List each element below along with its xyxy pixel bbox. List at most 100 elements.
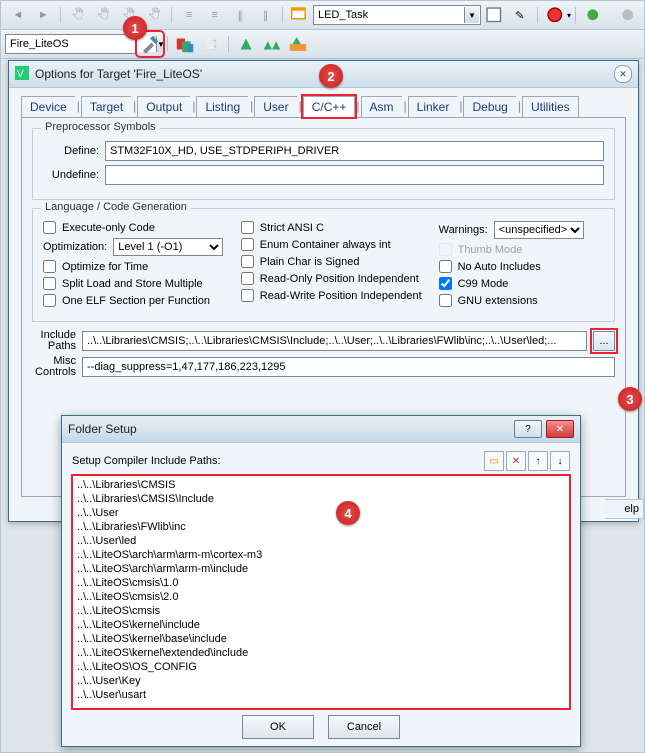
warnings-label: Warnings:: [439, 224, 488, 236]
target-combo[interactable]: ▼: [5, 34, 137, 54]
path-item[interactable]: ..\..\Libraries\CMSIS: [77, 478, 565, 492]
batch-build-icon[interactable]: [286, 33, 310, 55]
folder-body: Setup Compiler Include Paths: ▭ ✕ ↑ ↓ ..…: [62, 443, 580, 747]
include-paths-list[interactable]: ..\..\Libraries\CMSIS..\..\Libraries\CMS…: [72, 475, 570, 709]
c99-checkbox[interactable]: [439, 277, 452, 290]
enum-int-checkbox[interactable]: [241, 238, 254, 251]
path-item[interactable]: ..\..\LiteOS\OS_CONFIG: [77, 660, 565, 674]
bookmark-clear-icon[interactable]: 🖑: [143, 4, 167, 26]
tab-user[interactable]: User: [254, 96, 297, 117]
split-load-label: Split Load and Store Multiple: [62, 278, 203, 290]
split-load-checkbox[interactable]: [43, 277, 56, 290]
include-paths-browse-button[interactable]: ...: [593, 331, 615, 351]
optimization-select[interactable]: Level 1 (-O1): [113, 238, 223, 256]
forward-icon[interactable]: ►: [32, 4, 56, 26]
strict-ansi-label: Strict ANSI C: [260, 222, 324, 234]
indent-right-icon[interactable]: ≡: [203, 4, 227, 26]
ro-pi-checkbox[interactable]: [241, 272, 254, 285]
help-icon[interactable]: ?: [514, 420, 542, 438]
move-down-icon[interactable]: ↓: [550, 451, 570, 471]
close-icon[interactable]: ✕: [614, 65, 632, 83]
path-item[interactable]: ..\..\LiteOS\arch\arm\arm-m\cortex-m3: [77, 548, 565, 562]
search-input[interactable]: [314, 7, 464, 23]
help-button-fragment[interactable]: elp: [605, 499, 644, 519]
path-item[interactable]: ..\..\Libraries\FWlib\inc: [77, 520, 565, 534]
strict-ansi-checkbox[interactable]: [241, 221, 254, 234]
bookmark-icon[interactable]: 🖑: [66, 4, 90, 26]
path-item[interactable]: ..\..\User\led: [77, 534, 565, 548]
undefine-label: Undefine:: [43, 169, 99, 181]
path-item[interactable]: ..\..\LiteOS\kernel\include: [77, 618, 565, 632]
path-item[interactable]: ..\..\User: [77, 506, 565, 520]
folder-title: Folder Setup: [68, 422, 508, 436]
langgen-legend: Language / Code Generation: [41, 201, 191, 213]
back-icon[interactable]: ◄: [6, 4, 30, 26]
execute-only-checkbox[interactable]: [43, 221, 56, 234]
gray-dot-icon[interactable]: [616, 4, 640, 26]
indent-left-icon[interactable]: ≡: [177, 4, 201, 26]
path-item[interactable]: ..\..\LiteOS\cmsis\2.0: [77, 590, 565, 604]
tab-c-cpp[interactable]: C/C++: [303, 96, 356, 117]
c99-label: C99 Mode: [458, 278, 509, 290]
include-paths-label: Include Paths: [32, 330, 76, 352]
langgen-group: Language / Code Generation Execute-only …: [32, 208, 615, 322]
tab-output[interactable]: Output: [137, 96, 191, 117]
path-item[interactable]: ..\..\Libraries\CMSIS\Include: [77, 492, 565, 506]
plain-char-checkbox[interactable]: [241, 255, 254, 268]
close-icon[interactable]: ✕: [546, 420, 574, 438]
books-icon[interactable]: 📑: [199, 33, 223, 55]
execute-only-label: Execute-only Code: [62, 222, 155, 234]
delete-icon[interactable]: ✕: [506, 451, 526, 471]
callout-4: 4: [336, 501, 360, 525]
ok-button[interactable]: OK: [242, 715, 314, 739]
path-item[interactable]: ..\..\LiteOS\kernel\extended\include: [77, 646, 565, 660]
chevron-down-icon[interactable]: ▼: [464, 7, 479, 23]
toolbar-project: ▼ 📑: [1, 30, 644, 59]
new-folder-icon[interactable]: ▭: [484, 451, 504, 471]
path-item[interactable]: ..\..\LiteOS\arch\arm\arm-m\include: [77, 562, 565, 576]
path-item[interactable]: ..\..\User\usart: [77, 688, 565, 702]
search-combo[interactable]: ▼: [313, 5, 481, 25]
optimize-time-checkbox[interactable]: [43, 260, 56, 273]
misc-controls-input[interactable]: [82, 357, 615, 377]
define-input[interactable]: [105, 141, 604, 161]
tab-asm[interactable]: Asm: [361, 96, 403, 117]
tab-device[interactable]: Device: [21, 96, 76, 117]
path-item[interactable]: ..\..\LiteOS\kernel\base\include: [77, 632, 565, 646]
find-icon[interactable]: [288, 4, 312, 26]
tab-debug[interactable]: Debug: [463, 96, 516, 117]
thumb-label: Thumb Mode: [458, 244, 523, 256]
debug-step-icon[interactable]: [482, 4, 506, 26]
undefine-input[interactable]: [105, 165, 604, 185]
move-up-icon[interactable]: ↑: [528, 451, 548, 471]
ro-pi-label: Read-Only Position Independent: [260, 273, 419, 285]
analysis-dd-icon[interactable]: ▾: [567, 11, 571, 20]
path-item[interactable]: ..\..\LiteOS\cmsis\1.0: [77, 576, 565, 590]
bookmark-prev-icon[interactable]: 🖑: [92, 4, 116, 26]
uncomment-icon[interactable]: ∥: [254, 4, 278, 26]
comment-icon[interactable]: ∥: [228, 4, 252, 26]
warnings-select[interactable]: <unspecified>: [494, 221, 584, 239]
one-elf-checkbox[interactable]: [43, 294, 56, 307]
build-target-icon[interactable]: [234, 33, 258, 55]
folder-setup-dialog: Folder Setup ? ✕ Setup Compiler Include …: [61, 415, 581, 747]
rebuild-icon[interactable]: [260, 33, 284, 55]
path-item[interactable]: ..\..\LiteOS\cmsis: [77, 604, 565, 618]
file-manager-icon[interactable]: [173, 33, 197, 55]
config-icon[interactable]: ✎: [508, 4, 532, 26]
no-auto-inc-checkbox[interactable]: [439, 260, 452, 273]
tab-listing[interactable]: Listing: [196, 96, 249, 117]
tab-linker[interactable]: Linker: [408, 96, 459, 117]
analysis-icon[interactable]: [543, 4, 567, 26]
tab-utilities[interactable]: Utilities: [522, 96, 579, 117]
tab-target[interactable]: Target: [81, 96, 132, 117]
define-label: Define:: [43, 145, 99, 157]
rw-pi-label: Read-Write Position Independent: [260, 290, 422, 302]
include-paths-input[interactable]: [82, 331, 587, 351]
cancel-button[interactable]: Cancel: [328, 715, 400, 739]
callout-3: 3: [618, 387, 642, 411]
green-dot-icon[interactable]: [581, 4, 605, 26]
rw-pi-checkbox[interactable]: [241, 289, 254, 302]
path-item[interactable]: ..\..\User\Key: [77, 674, 565, 688]
gnu-ext-checkbox[interactable]: [439, 294, 452, 307]
